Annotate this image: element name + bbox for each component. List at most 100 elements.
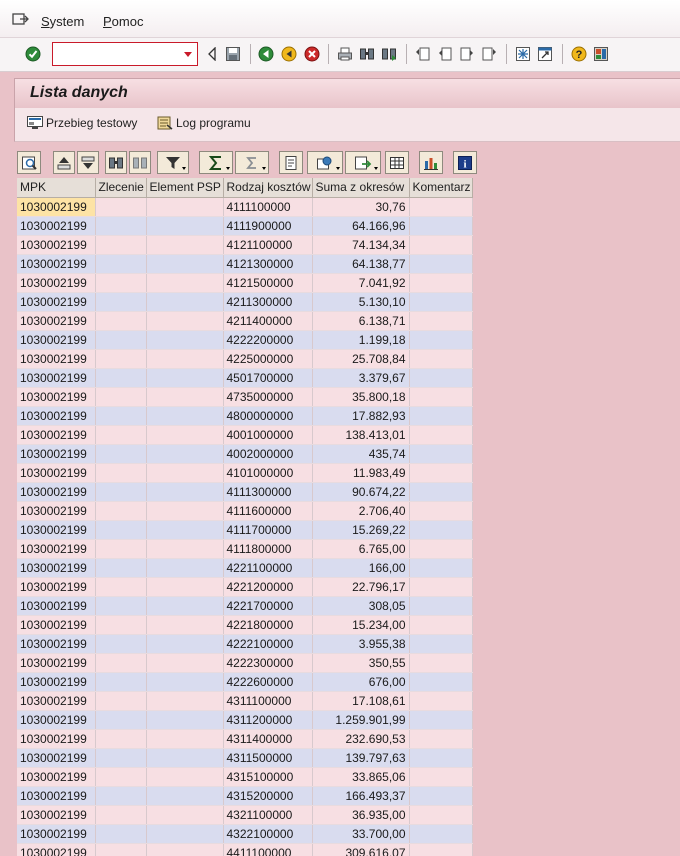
cell-zlecenie[interactable] [95,615,147,635]
cell-element-psp[interactable] [146,330,224,350]
cell-komentarz[interactable] [409,577,473,597]
cell-suma-z-okresow[interactable]: 3.379,67 [312,368,410,388]
cell-mpk[interactable]: 1030002199 [17,311,96,331]
cell-suma-z-okresow[interactable]: 74.134,34 [312,235,410,255]
cell-suma-z-okresow[interactable]: 6.765,00 [312,539,410,559]
back-icon[interactable] [257,45,275,63]
cell-zlecenie[interactable] [95,672,147,692]
cell-mpk[interactable]: 1030002199 [17,254,96,274]
total-dropdown-icon[interactable] [226,167,230,170]
cell-komentarz[interactable] [409,406,473,426]
column-header-rodzaj-kosztow[interactable]: Rodzaj kosztów [223,178,313,198]
cell-suma-z-okresow[interactable]: 309.616,07 [312,843,410,856]
find-next-button[interactable] [129,151,151,174]
cell-mpk[interactable]: 1030002199 [17,197,96,217]
cell-suma-z-okresow[interactable]: 6.138,71 [312,311,410,331]
cell-zlecenie[interactable] [95,558,147,578]
views-button[interactable] [307,151,343,174]
cell-mpk[interactable]: 1030002199 [17,672,96,692]
cell-rodzaj-kosztow[interactable]: 4735000000 [223,387,313,407]
cell-rodzaj-kosztow[interactable]: 4501700000 [223,368,313,388]
cell-rodzaj-kosztow[interactable]: 4211400000 [223,311,313,331]
cell-element-psp[interactable] [146,387,224,407]
cell-komentarz[interactable] [409,596,473,616]
cell-suma-z-okresow[interactable]: 22.796,17 [312,577,410,597]
new-session-icon[interactable] [514,45,532,63]
cell-suma-z-okresow[interactable]: 2.706,40 [312,501,410,521]
cell-komentarz[interactable] [409,729,473,749]
cell-rodzaj-kosztow[interactable]: 4311200000 [223,710,313,730]
cell-komentarz[interactable] [409,748,473,768]
column-header-suma-z-okresow[interactable]: Suma z okresów [312,178,410,198]
cell-rodzaj-kosztow[interactable]: 4111800000 [223,539,313,559]
cell-komentarz[interactable] [409,311,473,331]
cell-rodzaj-kosztow[interactable]: 4221800000 [223,615,313,635]
cell-zlecenie[interactable] [95,520,147,540]
cell-element-psp[interactable] [146,634,224,654]
cell-suma-z-okresow[interactable]: 33.700,00 [312,824,410,844]
cell-element-psp[interactable] [146,254,224,274]
cell-komentarz[interactable] [409,197,473,217]
cell-element-psp[interactable] [146,748,224,768]
save-icon[interactable] [224,45,242,63]
cell-mpk[interactable]: 1030002199 [17,482,96,502]
cell-rodzaj-kosztow[interactable]: 4311100000 [223,691,313,711]
cancel-icon[interactable] [303,45,321,63]
test-run-button[interactable]: Przebieg testowy [27,116,137,130]
cell-zlecenie[interactable] [95,577,147,597]
cell-suma-z-okresow[interactable]: 15.234,00 [312,615,410,635]
cell-komentarz[interactable] [409,235,473,255]
cell-rodzaj-kosztow[interactable]: 4221100000 [223,558,313,578]
cell-komentarz[interactable] [409,368,473,388]
subtotal-dropdown-icon[interactable] [262,167,266,170]
cell-element-psp[interactable] [146,824,224,844]
cell-element-psp[interactable] [146,482,224,502]
cell-zlecenie[interactable] [95,254,147,274]
cell-rodzaj-kosztow[interactable]: 4225000000 [223,349,313,369]
cell-element-psp[interactable] [146,520,224,540]
cell-element-psp[interactable] [146,577,224,597]
cell-element-psp[interactable] [146,653,224,673]
cell-suma-z-okresow[interactable]: 1.259.901,99 [312,710,410,730]
print-preview-button[interactable] [279,151,303,174]
cell-zlecenie[interactable] [95,311,147,331]
cell-element-psp[interactable] [146,235,224,255]
cell-suma-z-okresow[interactable]: 11.983,49 [312,463,410,483]
cell-zlecenie[interactable] [95,710,147,730]
cell-suma-z-okresow[interactable]: 33.865,06 [312,767,410,787]
cell-suma-z-okresow[interactable]: 5.130,10 [312,292,410,312]
cell-element-psp[interactable] [146,710,224,730]
cell-suma-z-okresow[interactable]: 139.797,63 [312,748,410,768]
collapse-arrow-icon[interactable] [203,45,221,63]
cell-element-psp[interactable] [146,425,224,445]
cell-zlecenie[interactable] [95,368,147,388]
cell-mpk[interactable]: 1030002199 [17,824,96,844]
layout-settings-icon[interactable] [592,45,610,63]
cell-mpk[interactable]: 1030002199 [17,387,96,407]
cell-suma-z-okresow[interactable]: 1.199,18 [312,330,410,350]
cell-zlecenie[interactable] [95,292,147,312]
cell-suma-z-okresow[interactable]: 138.413,01 [312,425,410,445]
cell-mpk[interactable]: 1030002199 [17,463,96,483]
cell-element-psp[interactable] [146,368,224,388]
column-header-komentarz[interactable]: Komentarz [409,178,473,198]
cell-komentarz[interactable] [409,273,473,293]
cell-rodzaj-kosztow[interactable]: 4111700000 [223,520,313,540]
cell-suma-z-okresow[interactable]: 232.690,53 [312,729,410,749]
cell-komentarz[interactable] [409,463,473,483]
cell-rodzaj-kosztow[interactable]: 4222300000 [223,653,313,673]
cell-rodzaj-kosztow[interactable]: 4222100000 [223,634,313,654]
cell-suma-z-okresow[interactable]: 308,05 [312,596,410,616]
export-button[interactable] [345,151,381,174]
information-button[interactable]: i [453,151,477,174]
cell-rodzaj-kosztow[interactable]: 4222600000 [223,672,313,692]
cell-mpk[interactable]: 1030002199 [17,539,96,559]
cell-mpk[interactable]: 1030002199 [17,216,96,236]
cell-mpk[interactable]: 1030002199 [17,330,96,350]
cell-mpk[interactable]: 1030002199 [17,634,96,654]
cell-zlecenie[interactable] [95,805,147,825]
cell-suma-z-okresow[interactable]: 166.493,37 [312,786,410,806]
sort-ascending-button[interactable] [53,151,75,174]
cell-rodzaj-kosztow[interactable]: 4211300000 [223,292,313,312]
command-dropdown-icon[interactable] [184,52,192,57]
